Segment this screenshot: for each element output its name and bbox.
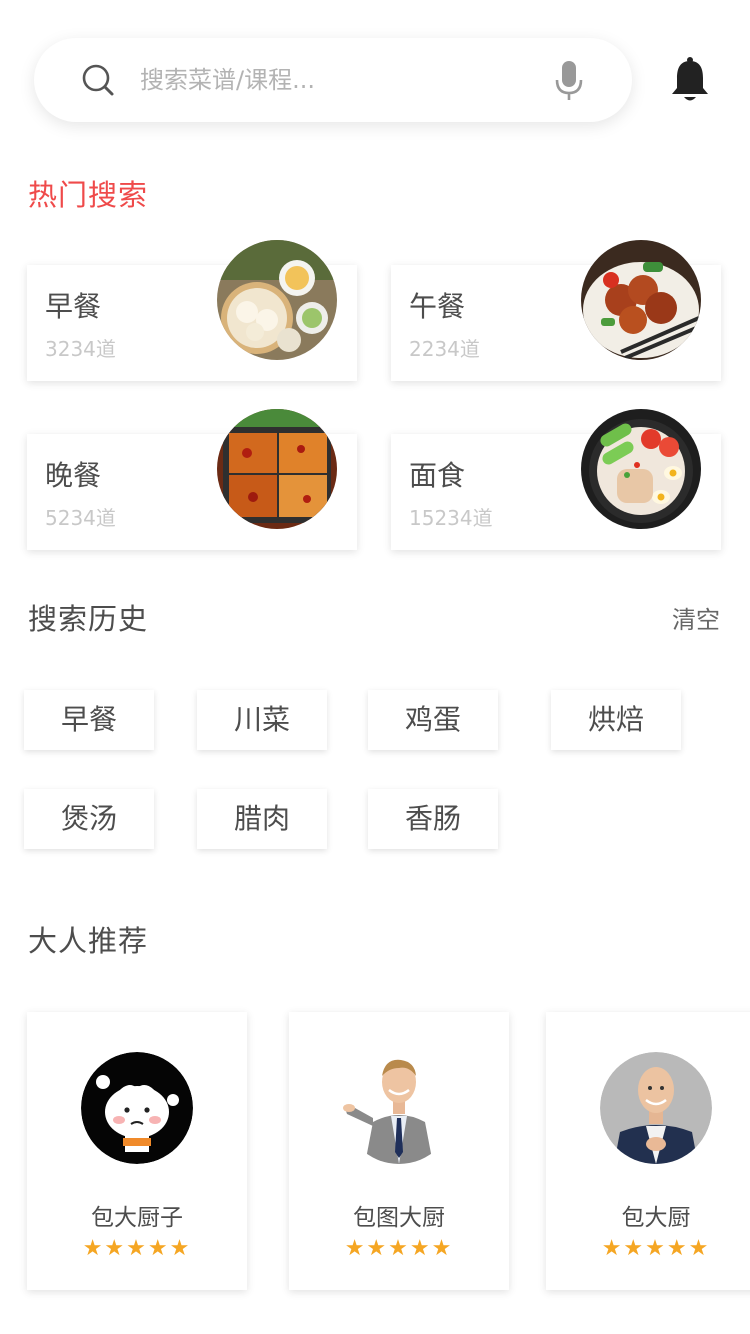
chef-card[interactable]: 包大厨子 ★★★★★: [27, 1012, 247, 1290]
chef-name: 包大厨: [621, 1205, 691, 1231]
bell-icon[interactable]: [669, 56, 711, 104]
recommend-title: 大人推荐: [28, 924, 149, 958]
category-count: 3234道: [45, 337, 116, 361]
lunch-chicken-image[interactable]: [581, 240, 701, 360]
clear-history-button[interactable]: 清空: [672, 600, 720, 635]
history-tag[interactable]: 烘焙: [551, 690, 681, 750]
search-bar[interactable]: [34, 38, 632, 122]
chef-name: 包大厨子: [91, 1205, 183, 1231]
history-tag[interactable]: 煲汤: [24, 789, 154, 849]
search-icon: [82, 64, 114, 96]
history-tag[interactable]: 鸡蛋: [368, 690, 498, 750]
history-tag[interactable]: 早餐: [24, 690, 154, 750]
category-count: 2234道: [409, 337, 480, 361]
avatar: [343, 1052, 455, 1164]
avatar: [600, 1052, 712, 1164]
category-count: 5234道: [45, 506, 116, 530]
category-name: 晚餐: [45, 459, 102, 492]
history-tag[interactable]: 川菜: [197, 690, 327, 750]
chef-card[interactable]: 包大厨 ★★★★★: [546, 1012, 750, 1290]
noodles-bowl-image[interactable]: [581, 409, 701, 529]
category-name: 面食: [409, 459, 466, 492]
hot-search-title: 热门搜索: [28, 178, 149, 212]
search-input[interactable]: [140, 60, 520, 100]
dinner-hotpot-image[interactable]: [217, 409, 337, 529]
category-name: 早餐: [45, 290, 102, 323]
avatar: [81, 1052, 193, 1164]
history-tag[interactable]: 香肠: [368, 789, 498, 849]
category-name: 午餐: [409, 290, 466, 323]
rating-stars: ★★★★★: [82, 1236, 192, 1261]
rating-stars: ★★★★★: [344, 1236, 454, 1261]
chef-card[interactable]: 包图大厨 ★★★★★: [289, 1012, 509, 1290]
rating-stars: ★★★★★: [601, 1236, 711, 1261]
category-count: 15234道: [409, 506, 493, 530]
chef-name: 包图大厨: [353, 1205, 445, 1231]
search-history-title: 搜索历史: [28, 602, 149, 636]
history-tag[interactable]: 腊肉: [197, 789, 327, 849]
microphone-icon[interactable]: [554, 60, 584, 102]
breakfast-dimsum-image[interactable]: [217, 240, 337, 360]
